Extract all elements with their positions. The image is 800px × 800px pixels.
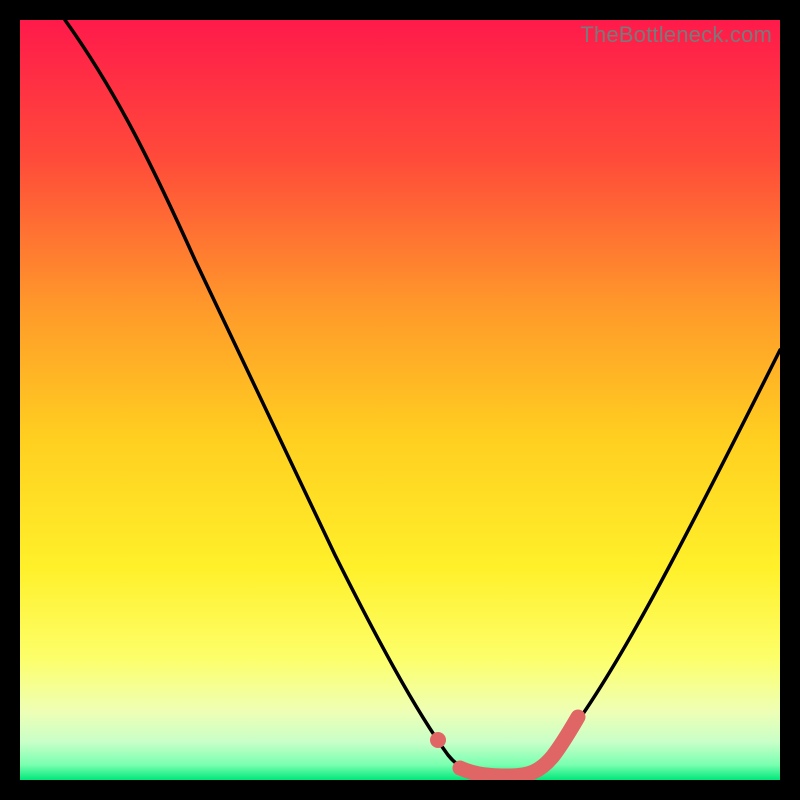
- chart-frame: TheBottleneck.com: [20, 20, 780, 780]
- optimal-point-marker: [430, 732, 446, 748]
- bottleneck-chart: [20, 20, 780, 780]
- watermark-text: TheBottleneck.com: [580, 22, 772, 48]
